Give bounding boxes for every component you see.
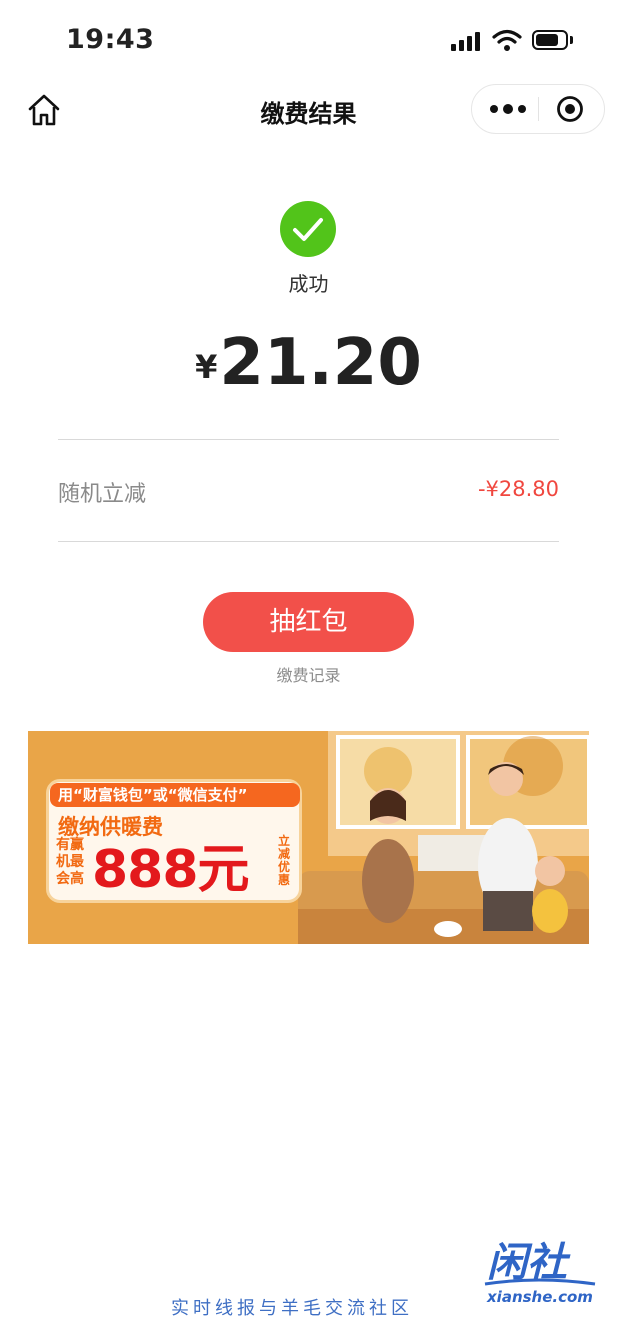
draw-red-packet-button[interactable]: 抽红包 [203,592,414,652]
divider [58,541,559,542]
status-bar: 19:43 [0,0,617,80]
promo-vertical-text: 立减优惠 [278,834,291,887]
currency-symbol: ¥ [195,348,218,386]
svg-text:xianshe.com: xianshe.com [486,1288,593,1306]
battery-cap [570,36,573,44]
promo-amount: 888元 [92,840,250,900]
divider [58,439,559,440]
watermark-tagline: 实时线报与羊毛交流社区 [171,1298,413,1319]
miniprogram-capsule [471,84,605,134]
battery-icon [532,30,568,50]
xianshe-watermark-logo: 闲社 xianshe.com [484,1240,596,1306]
status-time: 19:43 [66,24,155,55]
success-check-icon [280,201,336,257]
amount-value: 21.20 [219,326,422,400]
promo-banner[interactable]: 用“财富钱包”或“微信支付” 缴纳供暖费 有赢机最会高 888元 立减优惠 [28,731,589,944]
more-menu-icon[interactable] [482,85,532,133]
cellular-signal-icon [451,31,483,51]
payment-status-text: 成功 [288,272,329,296]
payment-record-link[interactable]: 缴费记录 [0,662,617,686]
payment-amount: ¥21.20 [0,326,617,400]
promo-side-text: 有赢机最会高 [56,837,84,887]
nav-bar: 缴费结果 [0,80,617,140]
wifi-icon [492,29,522,51]
discount-label: 随机立减 [58,482,147,507]
discount-value: -¥28.80 [477,477,559,501]
promo-headline: 用“财富钱包”或“微信支付” [50,783,300,807]
close-miniprogram-icon[interactable] [556,95,584,123]
capsule-divider [538,97,539,121]
